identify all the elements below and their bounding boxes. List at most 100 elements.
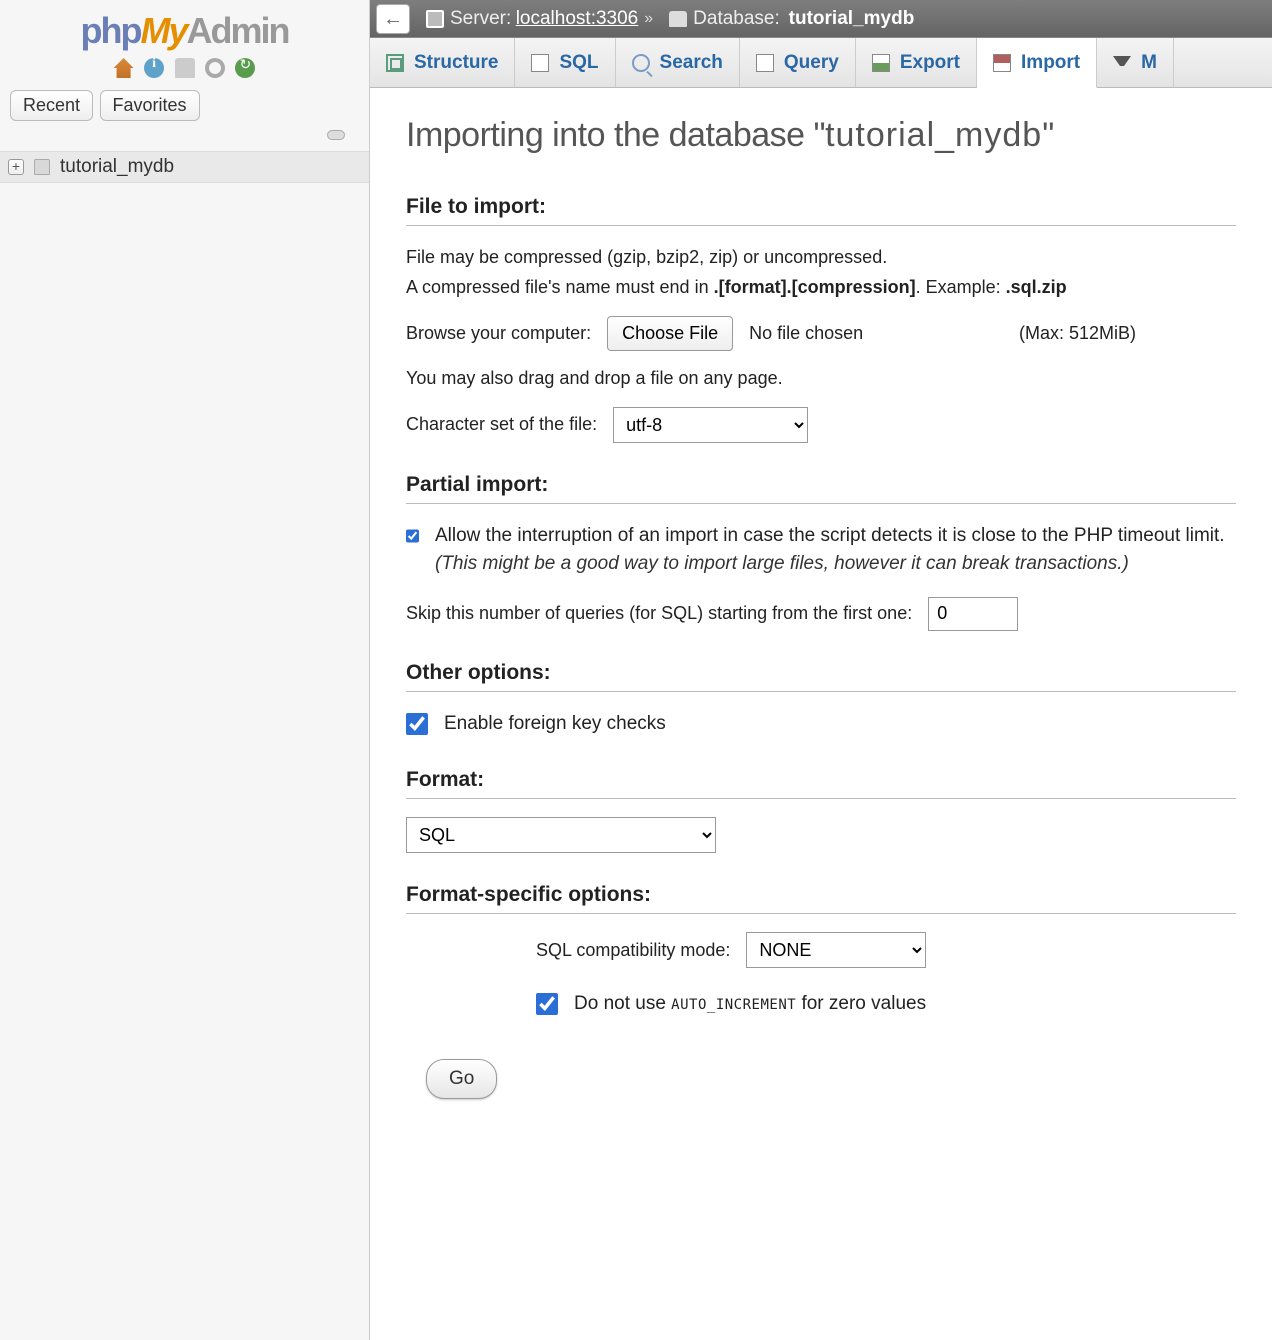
charset-row: Character set of the file: utf-8 [406, 407, 1236, 443]
tree-item-tutorial-mydb[interactable]: + tutorial_mydb [0, 151, 369, 183]
browse-row: Browse your computer: Choose File No fil… [406, 316, 1236, 351]
tree-item-label: tutorial_mydb [60, 156, 174, 178]
page-title: Importing into the database "tutorial_my… [406, 116, 1236, 155]
tab-label: Search [660, 52, 723, 74]
import-icon [993, 54, 1011, 72]
skip-row: Skip this number of queries (for SQL) st… [406, 597, 1236, 631]
tab-label: Import [1021, 52, 1080, 74]
reload-icon[interactable] [235, 58, 255, 78]
section-heading: Format: [406, 768, 1236, 798]
back-button[interactable]: ← [376, 4, 410, 34]
sidebar-tabs: Recent Favorites [0, 86, 369, 125]
tab-label: Structure [414, 52, 498, 74]
charset-select[interactable]: utf-8 [613, 407, 808, 443]
section-partial-import: Partial import: Allow the interruption o… [406, 473, 1236, 631]
export-icon [872, 54, 890, 72]
server-icon [426, 10, 444, 28]
compress-hint-1: File may be compressed (gzip, bzip2, zip… [406, 244, 1236, 272]
db-tree: + tutorial_mydb [0, 149, 369, 185]
structure-icon [386, 54, 404, 72]
tab-label: Export [900, 52, 960, 74]
breadcrumb-db-label: Database: [693, 8, 780, 30]
skip-input[interactable] [928, 597, 1018, 631]
breadcrumb: ← Server: localhost:3306 » Database: tut… [370, 0, 1272, 38]
compat-label: SQL compatibility mode: [536, 940, 730, 961]
navpanel-settings-icon[interactable] [175, 58, 195, 78]
foreign-key-label[interactable]: Enable foreign key checks [444, 710, 666, 739]
format-select[interactable]: SQL [406, 817, 716, 853]
sql-icon [531, 54, 549, 72]
max-size: (Max: 512MiB) [1019, 323, 1136, 344]
section-heading: Other options: [406, 661, 1236, 691]
search-icon [632, 54, 650, 72]
logo-part-php: php [81, 10, 141, 51]
tab-export[interactable]: Export [856, 38, 977, 87]
database-icon [34, 159, 50, 175]
tab-sql[interactable]: SQL [515, 38, 615, 87]
compress-hint-2: A compressed file's name must end in .[f… [406, 274, 1236, 302]
tab-label: Query [784, 52, 839, 74]
allow-interrupt-row: Allow the interruption of an import in c… [406, 522, 1236, 579]
section-other-options: Other options: Enable foreign key checks [406, 661, 1236, 739]
main: ← Server: localhost:3306 » Database: tut… [370, 0, 1272, 1340]
chevron-down-icon [1113, 56, 1131, 74]
expand-icon[interactable]: + [8, 159, 24, 175]
recent-button[interactable]: Recent [10, 90, 93, 121]
divider [406, 503, 1236, 504]
home-icon[interactable] [114, 58, 134, 78]
breadcrumb-server-link[interactable]: localhost:3306 [516, 8, 639, 30]
divider [406, 225, 1236, 226]
fso-indent: SQL compatibility mode: NONE Do not use … [406, 932, 1236, 1019]
charset-label: Character set of the file: [406, 414, 597, 435]
no-file-text: No file chosen [749, 323, 863, 344]
query-icon [756, 54, 774, 72]
section-heading: File to import: [406, 195, 1236, 225]
allow-interrupt-label[interactable]: Allow the interruption of an import in c… [435, 522, 1236, 579]
tabs: Structure SQL Search Query Export Import… [370, 38, 1272, 88]
tab-import[interactable]: Import [977, 38, 1097, 88]
noauto-row: Do not use AUTO_INCREMENT for zero value… [536, 990, 1236, 1019]
favorites-button[interactable]: Favorites [100, 90, 200, 121]
sidebar: phpMyAdmin Recent Favorites + tutorial_m… [0, 0, 370, 1340]
logo: phpMyAdmin [0, 0, 369, 56]
section-heading: Format-specific options: [406, 883, 1236, 913]
go-button[interactable]: Go [426, 1059, 497, 1099]
section-file-to-import: File to import: File may be compressed (… [406, 195, 1236, 443]
sidebar-toolbar [0, 56, 369, 86]
logo-part-my: My [140, 10, 186, 51]
fk-row: Enable foreign key checks [406, 710, 1236, 739]
section-format-specific: Format-specific options: SQL compatibili… [406, 883, 1236, 1019]
section-heading: Partial import: [406, 473, 1236, 503]
no-autoincrement-label[interactable]: Do not use AUTO_INCREMENT for zero value… [574, 990, 926, 1019]
breadcrumb-db-value[interactable]: tutorial_mydb [789, 8, 915, 30]
tab-more[interactable]: M [1097, 38, 1174, 87]
database-icon [669, 11, 687, 27]
collapse-toggle[interactable] [0, 125, 369, 149]
divider [406, 913, 1236, 914]
logo-part-admin: Admin [187, 10, 289, 51]
content: Importing into the database "tutorial_my… [370, 88, 1272, 1340]
divider [406, 691, 1236, 692]
tab-search[interactable]: Search [616, 38, 740, 87]
section-format: Format: SQL [406, 768, 1236, 853]
tab-label: SQL [559, 52, 598, 74]
breadcrumb-server-label: Server: [450, 8, 511, 30]
compat-select[interactable]: NONE [746, 932, 926, 968]
tab-structure[interactable]: Structure [370, 38, 515, 87]
dragdrop-hint: You may also drag and drop a file on any… [406, 365, 1236, 393]
tab-query[interactable]: Query [740, 38, 856, 87]
foreign-key-checkbox[interactable] [406, 713, 428, 735]
title-dbname: tutorial_mydb [825, 116, 1042, 154]
choose-file-button[interactable]: Choose File [607, 316, 733, 351]
browse-label: Browse your computer: [406, 323, 591, 344]
compat-row: SQL compatibility mode: NONE [536, 932, 1236, 968]
breadcrumb-sep: » [644, 10, 653, 28]
docs-icon[interactable] [144, 58, 164, 78]
tab-label: M [1141, 52, 1157, 74]
skip-label: Skip this number of queries (for SQL) st… [406, 603, 912, 624]
no-autoincrement-checkbox[interactable] [536, 993, 558, 1015]
gear-icon[interactable] [205, 58, 225, 78]
divider [406, 798, 1236, 799]
link-icon [327, 130, 345, 140]
allow-interrupt-checkbox[interactable] [406, 525, 419, 547]
